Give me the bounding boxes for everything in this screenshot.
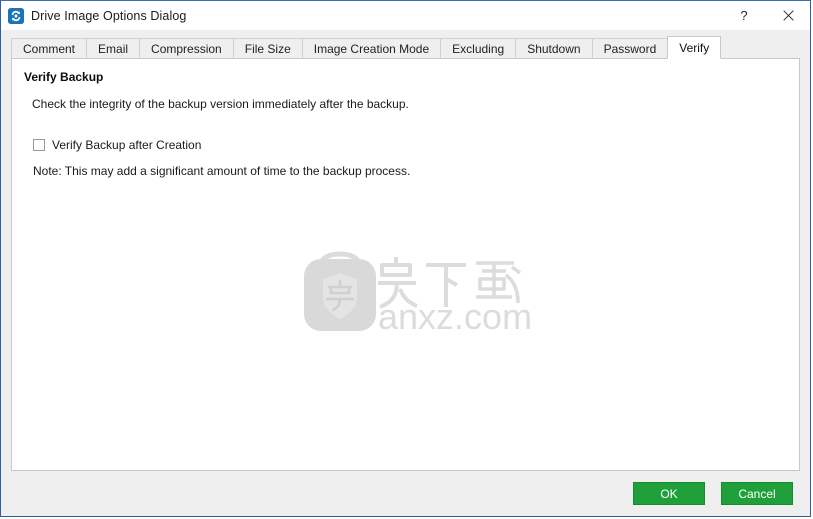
help-button[interactable]: ? bbox=[722, 1, 766, 31]
verify-tab-panel: anxz.com Verify Backup Check the integri… bbox=[11, 58, 800, 471]
screenshot-root: Drive Image Options Dialog ? Comment Ema… bbox=[0, 0, 813, 519]
verify-after-creation-label: Verify Backup after Creation bbox=[52, 138, 202, 152]
dialog-body: Comment Email Compression File Size Imag… bbox=[1, 30, 810, 471]
title-bar: Drive Image Options Dialog ? bbox=[1, 1, 810, 30]
tab-verify[interactable]: Verify bbox=[667, 36, 722, 59]
verify-after-creation-checkbox[interactable] bbox=[33, 139, 45, 151]
tab-compression[interactable]: Compression bbox=[139, 38, 234, 59]
section-title: Verify Backup bbox=[24, 70, 104, 84]
verify-content: Verify Backup Check the integrity of the… bbox=[12, 59, 799, 178]
refresh-circular-arrows-icon bbox=[8, 7, 24, 24]
cancel-button[interactable]: Cancel bbox=[721, 482, 793, 505]
verify-after-creation-row[interactable]: Verify Backup after Creation bbox=[33, 138, 787, 152]
svg-text:anxz.com: anxz.com bbox=[378, 296, 532, 335]
tab-file-size[interactable]: File Size bbox=[232, 38, 303, 59]
dialog-window: Drive Image Options Dialog ? Comment Ema… bbox=[0, 0, 811, 517]
section-description: Check the integrity of the backup versio… bbox=[32, 97, 409, 111]
dialog-footer: OK Cancel bbox=[1, 471, 810, 516]
tab-image-creation-mode[interactable]: Image Creation Mode bbox=[301, 38, 442, 59]
tab-excluding[interactable]: Excluding bbox=[440, 38, 517, 59]
note-text: Note: This may add a significant amount … bbox=[33, 164, 411, 178]
close-icon[interactable] bbox=[766, 1, 810, 30]
window-title: Drive Image Options Dialog bbox=[31, 8, 187, 23]
tab-strip: Comment Email Compression File Size Imag… bbox=[11, 36, 800, 59]
tab-shutdown[interactable]: Shutdown bbox=[515, 38, 593, 59]
watermark-logo: anxz.com bbox=[300, 245, 540, 335]
window-controls: ? bbox=[722, 1, 810, 30]
tab-comment[interactable]: Comment bbox=[11, 38, 88, 59]
ok-button[interactable]: OK bbox=[633, 482, 705, 505]
tab-password[interactable]: Password bbox=[591, 38, 669, 59]
tab-email[interactable]: Email bbox=[86, 38, 141, 59]
